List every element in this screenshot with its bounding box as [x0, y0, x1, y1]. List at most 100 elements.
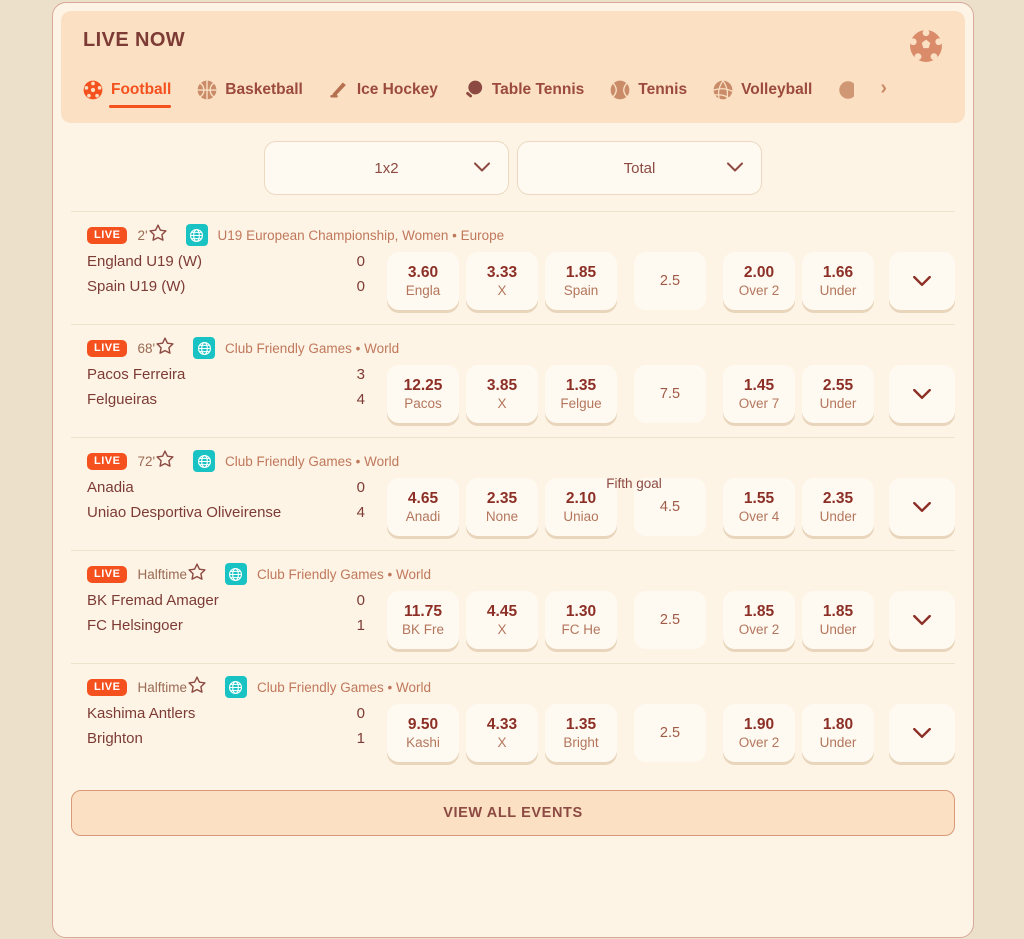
- odd-button-1x2-1[interactable]: 4.45 X: [466, 591, 538, 649]
- league-name[interactable]: Club Friendly Games • World: [257, 567, 431, 582]
- home-team-name: England U19 (W): [87, 253, 203, 270]
- odd-label: Kashi: [406, 734, 440, 750]
- globe-icon: [185, 224, 208, 246]
- odd-button-1x2-2[interactable]: 1.85 Spain: [545, 252, 617, 310]
- away-team-name: Brighton: [87, 730, 143, 747]
- expand-market-button[interactable]: [889, 252, 955, 310]
- odd-button-total-0[interactable]: 1.85 Over 2: [723, 591, 795, 649]
- expand-market-button[interactable]: [889, 704, 955, 762]
- odd-button-1x2-1[interactable]: 4.33 X: [466, 704, 538, 762]
- odd-value: 2.35: [486, 489, 518, 507]
- tab-football[interactable]: Football: [83, 80, 172, 108]
- odd-button-1x2-1[interactable]: 3.33 X: [466, 252, 538, 310]
- view-all-events-button[interactable]: VIEW ALL EVENTS: [71, 790, 955, 836]
- match-row[interactable]: LIVE Halftime Club Friendly Games • World B…: [71, 550, 955, 663]
- sport-tabs[interactable]: Football Basketball Ice Hockey Table Ten…: [83, 68, 943, 108]
- match-row-body: England U19 (W) Spain U19 (W) 0 0 3.60 Engla 3…: [71, 252, 955, 310]
- odd-button-1x2-0[interactable]: 9.50 Kashi: [387, 704, 459, 762]
- league-name[interactable]: Club Friendly Games • World: [257, 680, 431, 695]
- odd-label: X: [497, 395, 507, 411]
- odd-button-total-1[interactable]: 2.55 Under: [802, 365, 874, 423]
- live-now-header: LIVE NOW Football Basketball Ice Hockey …: [61, 11, 965, 123]
- status-badge: LIVE: [87, 452, 128, 470]
- match-minute: 2': [137, 227, 148, 243]
- odd-button-total-1[interactable]: 1.80 Under: [802, 704, 874, 762]
- league-name[interactable]: Club Friendly Games • World: [225, 454, 399, 469]
- away-team-name: Felgueiras: [87, 391, 158, 408]
- tennis-icon: [610, 80, 630, 100]
- odd-button-total-0[interactable]: 1.90 Over 2: [723, 704, 795, 762]
- odd-button-total-0[interactable]: 2.00 Over 2: [723, 252, 795, 310]
- odd-value: 1.35: [565, 715, 597, 733]
- odd-value: 1.85: [822, 602, 854, 620]
- favorite-star-icon[interactable]: [187, 675, 207, 700]
- ice-hockey-icon: [329, 80, 349, 100]
- favorite-star-icon[interactable]: [155, 336, 175, 361]
- expand-market-button[interactable]: [889, 591, 955, 649]
- home-score: 0: [356, 479, 365, 496]
- league-name[interactable]: U19 European Championship, Women • Europ…: [218, 228, 505, 243]
- odd-label: Pacos: [404, 395, 442, 411]
- team-names: Anadia Uniao Desportiva Oliveirense: [87, 478, 339, 522]
- favorite-star-icon[interactable]: [148, 223, 168, 248]
- odd-label: Anadi: [405, 508, 441, 524]
- league-name[interactable]: Club Friendly Games • World: [225, 341, 399, 356]
- odd-button-1x2-1[interactable]: 3.85 X: [466, 365, 538, 423]
- favorite-star-icon[interactable]: [155, 449, 175, 474]
- tab-tennis[interactable]: Tennis: [610, 80, 687, 108]
- away-team-name: FC Helsingoer: [87, 617, 183, 634]
- odd-button-1x2-2[interactable]: 1.35 Bright: [545, 704, 617, 762]
- odd-button-total-0[interactable]: 1.45 Over 7: [723, 365, 795, 423]
- volleyball-icon: [713, 80, 733, 100]
- odd-button-1x2-2[interactable]: 1.30 FC He: [545, 591, 617, 649]
- odd-value: 9.50: [407, 715, 439, 733]
- match-row[interactable]: LIVE 68' Club Friendly Games • World Pacos …: [71, 324, 955, 437]
- odd-button-1x2-0[interactable]: 11.75 BK Fre: [387, 591, 459, 649]
- odd-button-1x2-0[interactable]: 12.25 Pacos: [387, 365, 459, 423]
- odd-button-1x2-2[interactable]: 1.35 Felgue: [545, 365, 617, 423]
- match-row[interactable]: LIVE 72' Club Friendly Games • World Fifth …: [71, 437, 955, 550]
- odd-label: Bright: [563, 734, 599, 750]
- team-names: Pacos Ferreira Felgueiras: [87, 365, 339, 409]
- tab-volleyball[interactable]: Volleyball: [713, 80, 812, 108]
- tab-label: Ice Hockey: [356, 81, 438, 98]
- odd-label: None: [485, 508, 519, 524]
- odd-button-total-1[interactable]: 1.85 Under: [802, 591, 874, 649]
- expand-market-button[interactable]: [889, 478, 955, 536]
- tabs-scroll-right-icon[interactable]: ›: [880, 77, 887, 108]
- odd-value: 1.90: [743, 715, 775, 733]
- match-row-body: Anadia Uniao Desportiva Oliveirense 0 4 4.65…: [71, 478, 955, 536]
- tab-table-tennis[interactable]: Table Tennis: [464, 80, 584, 108]
- odd-button-total-1[interactable]: 1.66 Under: [802, 252, 874, 310]
- odd-value: 1.45: [743, 376, 775, 394]
- odd-value: 4.45: [486, 602, 518, 620]
- market-total-select[interactable]: Total: [517, 141, 762, 195]
- odd-value: 2.35: [822, 489, 854, 507]
- match-row[interactable]: LIVE Halftime Club Friendly Games • World K…: [71, 663, 955, 776]
- tab-label: Football: [111, 81, 172, 98]
- expand-market-button[interactable]: [889, 365, 955, 423]
- favorite-star-icon[interactable]: [187, 562, 207, 587]
- match-row-header: LIVE 72' Club Friendly Games • World: [71, 449, 955, 474]
- odd-button-1x2-0[interactable]: 3.60 Engla: [387, 252, 459, 310]
- odd-label: Under: [819, 282, 857, 298]
- table-tennis-icon: [464, 80, 484, 100]
- home-score: 0: [356, 253, 365, 270]
- odd-button-1x2-0[interactable]: 4.65 Anadi: [387, 478, 459, 536]
- tab-label: Volleyball: [741, 81, 813, 98]
- match-row[interactable]: LIVE 2' U19 European Championship, Women •…: [71, 211, 955, 324]
- odd-label: Under: [819, 734, 857, 750]
- globe-icon: [193, 450, 216, 472]
- home-score: 0: [356, 705, 365, 722]
- market-1x2-select[interactable]: 1x2: [264, 141, 509, 195]
- odd-value: 1.55: [743, 489, 775, 507]
- match-row-body: Kashima Antlers Brighton 0 1 9.50 Kashi 4.33 X 1…: [71, 704, 955, 762]
- market-1x2-value: 1x2: [374, 159, 399, 177]
- tab-ice-hockey[interactable]: Ice Hockey: [329, 80, 438, 108]
- tab-basketball[interactable]: Basketball: [197, 80, 303, 108]
- odd-button-1x2-1[interactable]: 2.35 None: [466, 478, 538, 536]
- tab-next-partial[interactable]: [838, 80, 855, 108]
- home-team-name: Kashima Antlers: [87, 705, 196, 722]
- tab-label: Table Tennis: [491, 81, 585, 98]
- odd-button-total-1[interactable]: 2.35 Under: [802, 478, 874, 536]
